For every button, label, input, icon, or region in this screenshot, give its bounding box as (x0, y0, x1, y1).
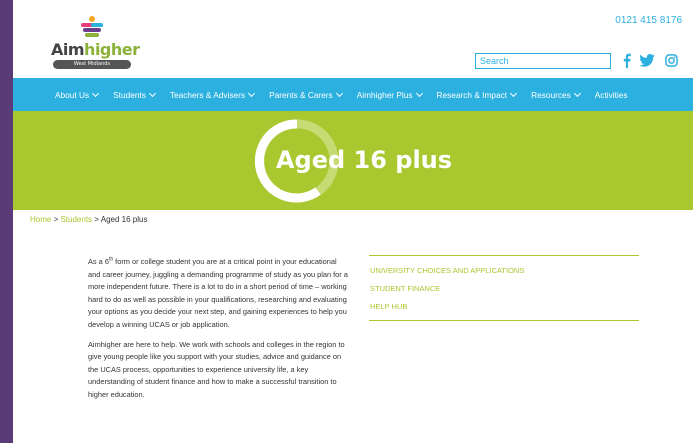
breadcrumb-current: Aged 16 plus (100, 215, 148, 224)
chevron-down-icon (573, 89, 581, 97)
nav-label: Parents & Carers (269, 89, 333, 100)
nav-item-students[interactable]: Students (113, 89, 156, 100)
breadcrumb-students[interactable]: Students (60, 215, 92, 224)
nav-item-parents-carers[interactable]: Parents & Carers (269, 89, 343, 100)
intro-text-rest: form or college student you are at a cri… (88, 257, 348, 329)
nav-label: Teachers & Advisers (169, 89, 246, 100)
nav-label: Students (113, 89, 146, 100)
nav-label: Activities (594, 89, 628, 100)
instagram-icon[interactable] (663, 52, 679, 68)
search-input[interactable] (475, 53, 611, 69)
breadcrumb-separator: > (92, 215, 101, 224)
chevron-down-icon (148, 89, 156, 97)
nav-label: Aimhigher Plus (356, 89, 413, 100)
side-menu: UNIVERSITY CHOICES AND APPLICATIONS STUD… (369, 255, 639, 321)
facebook-icon[interactable] (621, 52, 631, 68)
nav-label: About Us (55, 89, 90, 100)
logo-wordmark: Aimhigher (51, 40, 140, 59)
chevron-down-icon (415, 89, 423, 97)
logo-word-higher: higher (84, 40, 140, 59)
breadcrumb: Home > Students > Aged 16 plus (30, 215, 147, 224)
page-title: Aged 16 plus (275, 146, 453, 174)
support-paragraph: Aimhigher are here to help. We work with… (88, 339, 345, 399)
nav-item-activities[interactable]: Activities (595, 90, 628, 100)
main-content: As a 6th form or college student you are… (88, 256, 350, 409)
phone-number[interactable]: 0121 415 8176 (615, 15, 682, 26)
nav-label: Research & Impact (436, 89, 508, 100)
nav-item-teachers-advisers[interactable]: Teachers & Advisers (169, 89, 256, 100)
logo-word-aim: Aim (51, 40, 85, 59)
intro-paragraph: As a 6th form or college student you are… (88, 256, 350, 332)
hero-banner: Aged 16 plus (13, 111, 693, 210)
nav-item-about-us[interactable]: About Us (55, 89, 100, 100)
twitter-icon[interactable] (639, 52, 655, 68)
intro-text-start: As a 6 (88, 257, 109, 266)
logo-tagline: West Midlands (53, 60, 131, 69)
side-link-help-hub[interactable]: HELP HUB (370, 302, 639, 311)
nav-label: Resources (531, 89, 571, 100)
side-link-university-choices[interactable]: UNIVERSITY CHOICES AND APPLICATIONS (370, 266, 639, 275)
chevron-down-icon (248, 89, 256, 97)
chevron-down-icon (510, 89, 518, 97)
page: Aimhigher West Midlands 0121 415 8176 Ab… (13, 0, 693, 443)
main-nav: About Us Students Teachers & Advisers Pa… (13, 78, 693, 111)
site-header: Aimhigher West Midlands 0121 415 8176 (13, 0, 693, 78)
nav-item-aimhigher-plus[interactable]: Aimhigher Plus (356, 89, 423, 100)
chevron-down-icon (92, 89, 100, 97)
aimhigher-logo[interactable]: Aimhigher West Midlands (51, 16, 140, 69)
logo-mark-icon (81, 16, 103, 37)
breadcrumb-home[interactable]: Home (30, 215, 51, 224)
chevron-down-icon (335, 89, 343, 97)
nav-item-resources[interactable]: Resources (531, 89, 581, 100)
side-link-student-finance[interactable]: STUDENT FINANCE (370, 284, 639, 293)
nav-item-research-impact[interactable]: Research & Impact (436, 89, 518, 100)
